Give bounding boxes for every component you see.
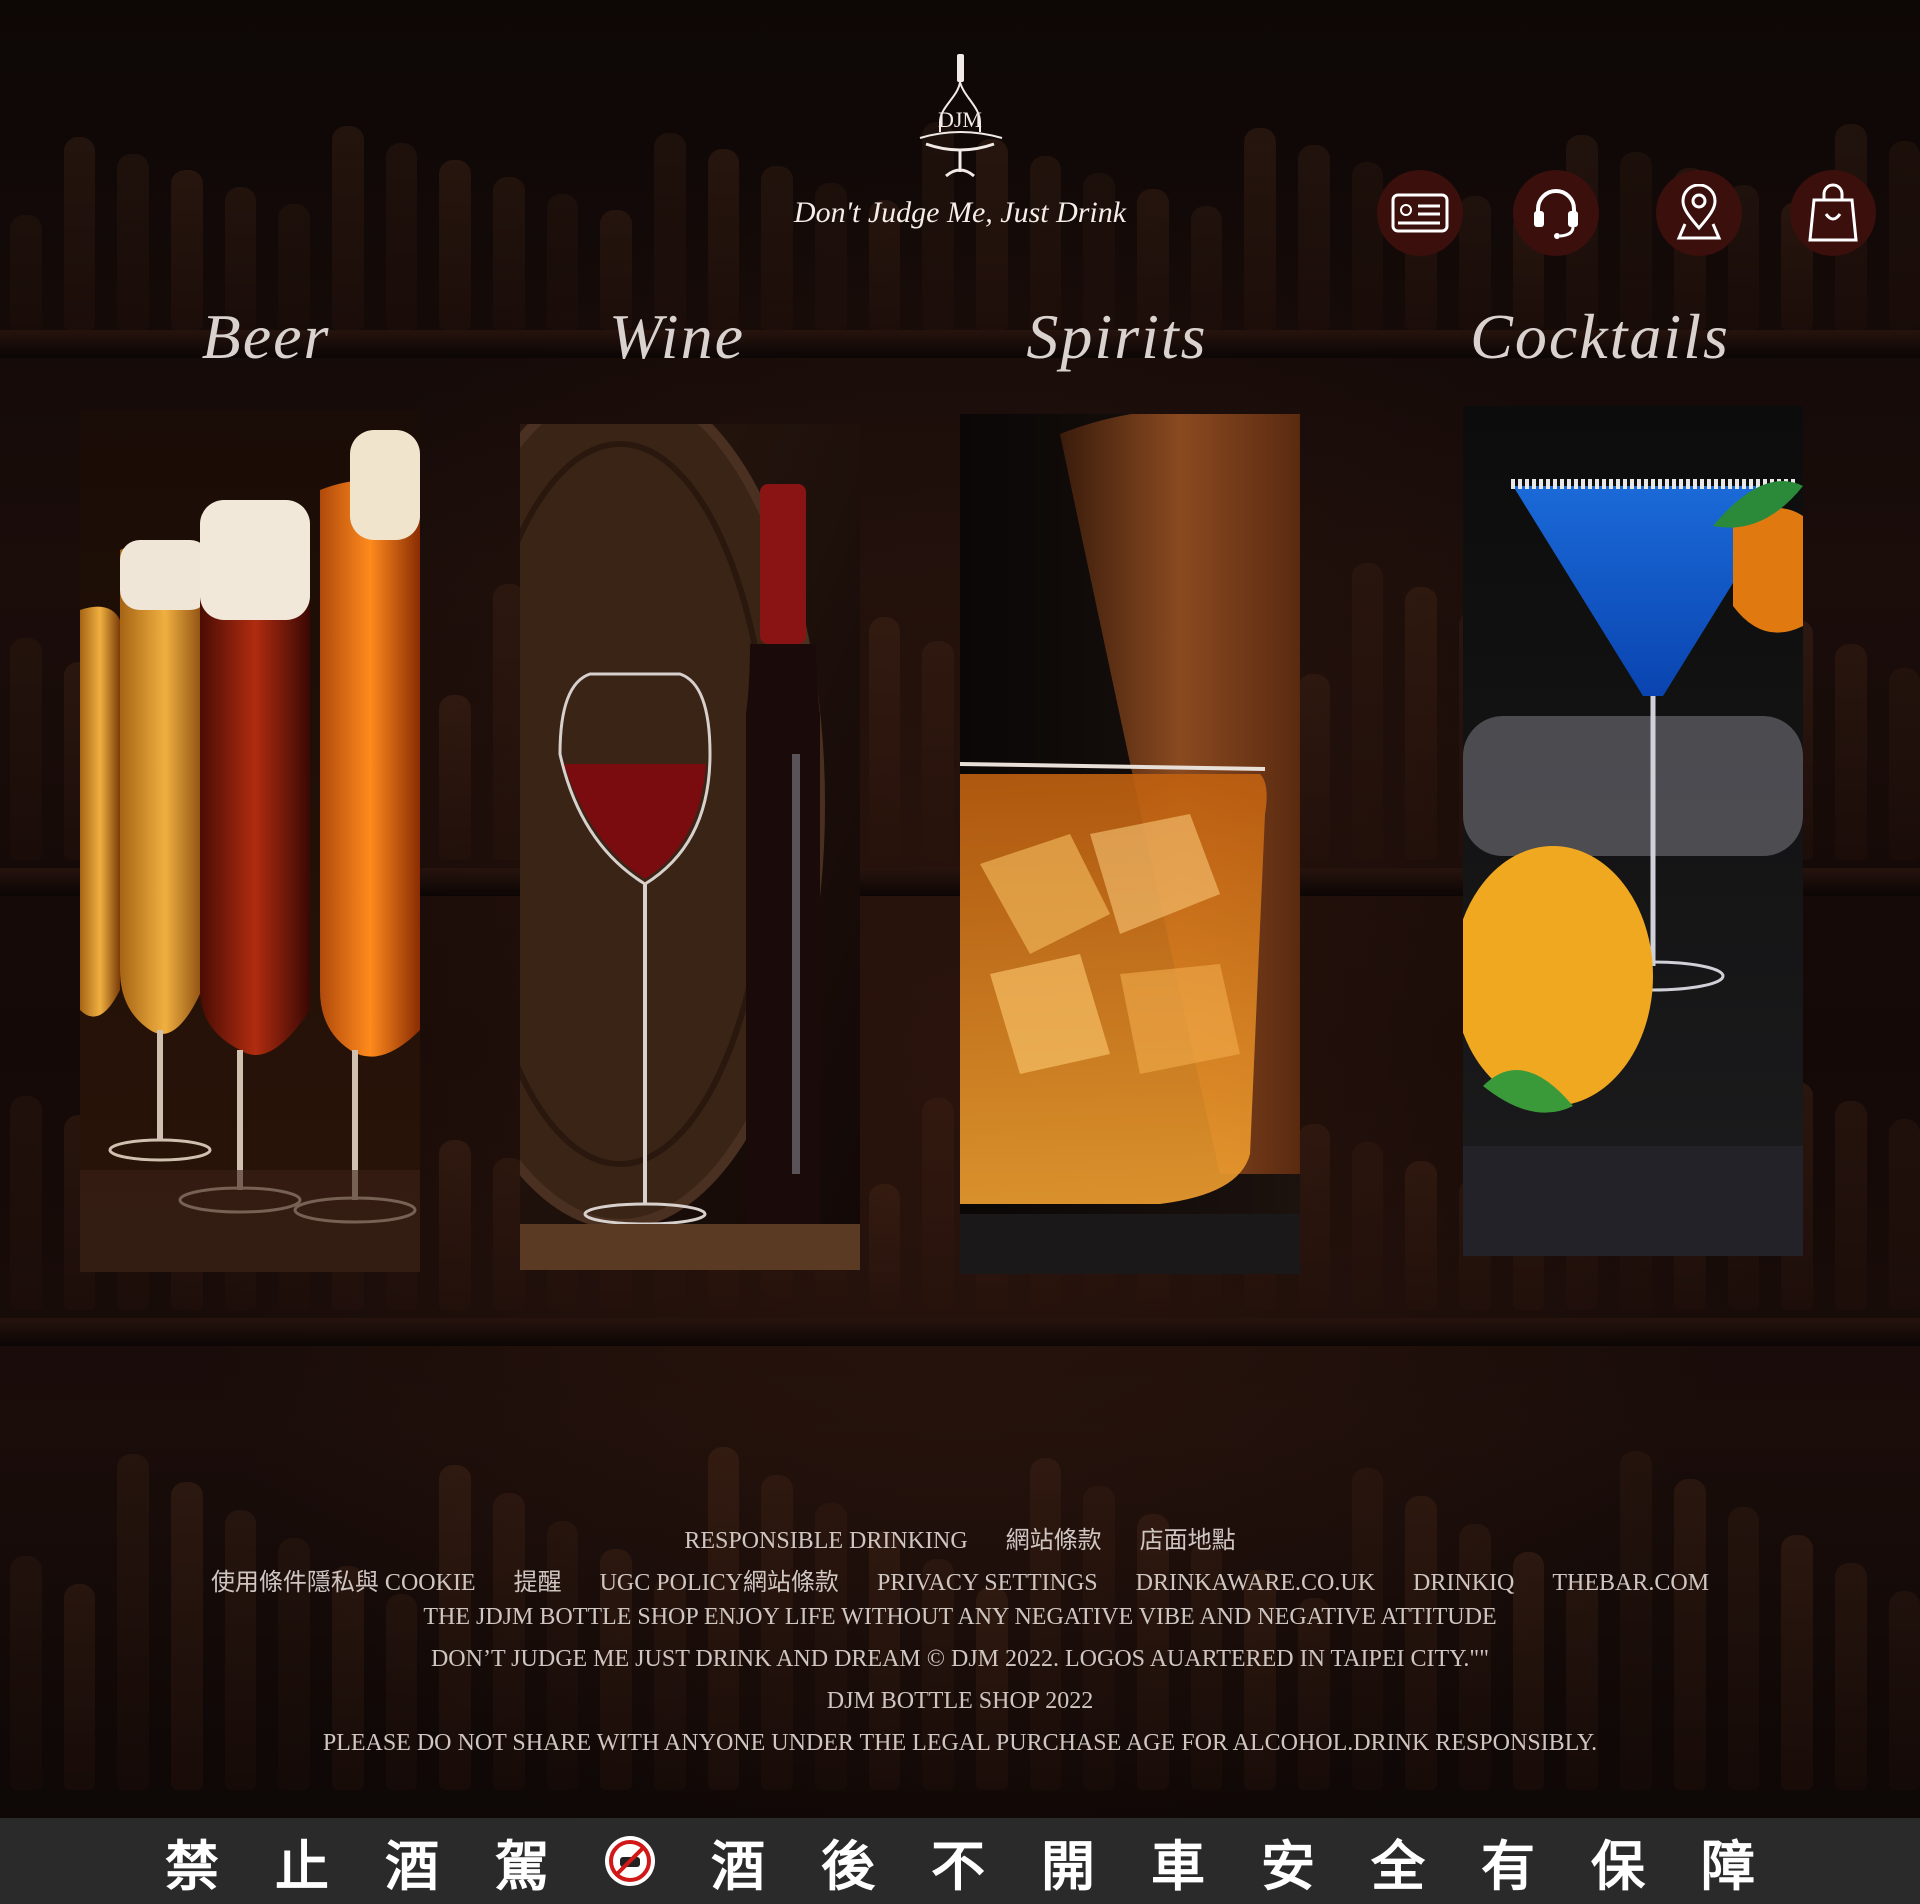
- footer-mission-text: THE JDJM BOTTLE SHOP ENJOY LIFE WITHOUT …: [423, 1604, 1497, 1630]
- background-bottle: [10, 638, 42, 860]
- banner-char: 酒: [711, 1834, 765, 1898]
- membership-card-icon: [1391, 193, 1449, 233]
- category-title-spirits[interactable]: Spirits: [927, 300, 1307, 374]
- beer-image: [80, 410, 420, 1272]
- background-bottle: [1888, 668, 1920, 860]
- background-bottle: [1888, 141, 1920, 330]
- membership-card-button[interactable]: [1377, 170, 1463, 256]
- background-bottle: [1888, 1119, 1920, 1310]
- shelf: [0, 1318, 1920, 1346]
- background-bottle: [1405, 1160, 1438, 1310]
- banner-char: 禁: [165, 1834, 219, 1898]
- banner-char: 車: [1151, 1834, 1205, 1898]
- footer-shop-name: DJM BOTTLE SHOP 2022: [826, 1688, 1094, 1714]
- wine-image: [520, 424, 860, 1270]
- brand-tagline: Don't Judge Me, Just Drink: [793, 196, 1127, 229]
- banner-char: 後: [821, 1834, 875, 1898]
- banner-char: 不: [931, 1834, 985, 1898]
- category-card-cocktails[interactable]: [1463, 406, 1803, 1256]
- category-title-cocktails[interactable]: Cocktails: [1410, 300, 1790, 374]
- footer-link-drinkaware[interactable]: DRINKAWARE.CO.UK: [1136, 1570, 1375, 1596]
- background-bottle: [1298, 674, 1330, 860]
- footer-links-row-1: RESPONSIBLE DRINKING 網站條款 店面地點: [0, 1520, 1920, 1555]
- background-bottle: [868, 617, 901, 860]
- header-icons: [1370, 170, 1876, 260]
- footer-link-site-terms[interactable]: 網站條款: [1006, 1528, 1102, 1554]
- no-drunk-driving-banner: 禁 止 酒 駕 酒 後 不 開 車 安 全 有 保 障: [0, 1818, 1920, 1904]
- store-location-button[interactable]: [1656, 170, 1742, 256]
- background-bottle: [1405, 587, 1438, 860]
- footer-link-thebar[interactable]: THEBAR.COM: [1552, 1570, 1709, 1596]
- spirits-image: [960, 414, 1300, 1274]
- banner-char: 保: [1591, 1834, 1645, 1898]
- background-bottle: [1834, 1100, 1867, 1310]
- banner-char: 止: [275, 1834, 329, 1898]
- background-bottle: [439, 1139, 472, 1310]
- footer-link-privacy-cookie[interactable]: 使用條件隱私與 COOKIE: [211, 1570, 476, 1596]
- customer-service-icon: [1534, 189, 1578, 239]
- category-title-beer[interactable]: Beer: [76, 300, 456, 374]
- background-bottle: [1351, 1142, 1384, 1310]
- background-bottle: [868, 1183, 901, 1310]
- customer-service-button[interactable]: [1513, 170, 1599, 256]
- background-bottle: [1298, 1123, 1330, 1310]
- footer-link-responsible-drinking[interactable]: RESPONSIBLE DRINKING: [684, 1528, 967, 1554]
- category-title-wine[interactable]: Wine: [487, 300, 867, 374]
- shopping-bag-icon: [1808, 183, 1858, 242]
- logo-text: DJM: [938, 107, 982, 132]
- footer-link-drinkiq[interactable]: DRINKIQ: [1413, 1570, 1514, 1596]
- footer-link-store-locations[interactable]: 店面地點: [1140, 1528, 1236, 1554]
- footer-link-reminder[interactable]: 提醒: [514, 1570, 562, 1596]
- banner-char: 駕: [495, 1834, 549, 1898]
- background-bottle: [1834, 644, 1867, 860]
- footer-copyright-text: DON’T JUDGE ME JUST DRINK AND DREAM © DJ…: [430, 1646, 1490, 1672]
- no-drink-driving-icon: [605, 1836, 655, 1886]
- category-card-wine[interactable]: [520, 424, 860, 1270]
- footer-age-warning: PLEASE DO NOT SHARE WITH ANYONE UNDER TH…: [322, 1730, 1598, 1756]
- background-bottle: [922, 641, 955, 860]
- footer-link-privacy-settings[interactable]: PRIVACY SETTINGS: [877, 1570, 1098, 1596]
- banner-char: 全: [1371, 1834, 1425, 1898]
- brand-logo[interactable]: DJM: [880, 52, 1040, 192]
- footer-links-row-2: 使用條件隱私與 COOKIE 提醒 UGC POLICY網站條款 PRIVACY…: [0, 1562, 1920, 1597]
- category-card-beer[interactable]: [80, 410, 420, 1272]
- background-bottle: [439, 695, 472, 860]
- banner-char: 酒: [385, 1834, 439, 1898]
- banner-char: 有: [1481, 1834, 1535, 1898]
- category-card-spirits[interactable]: [960, 414, 1300, 1274]
- banner-char: 開: [1041, 1834, 1095, 1898]
- background-bottle: [922, 1098, 955, 1310]
- shopping-bag-button[interactable]: [1790, 170, 1876, 256]
- store-location-icon: [1676, 184, 1722, 240]
- background-bottle: [10, 1096, 42, 1310]
- cocktails-image: [1463, 406, 1803, 1256]
- banner-char: 障: [1701, 1834, 1755, 1898]
- background-bottle: [1351, 563, 1384, 860]
- banner-char: 安: [1261, 1834, 1315, 1898]
- footer-link-ugc-policy[interactable]: UGC POLICY網站條款: [600, 1570, 839, 1596]
- background-bottle: [10, 214, 42, 330]
